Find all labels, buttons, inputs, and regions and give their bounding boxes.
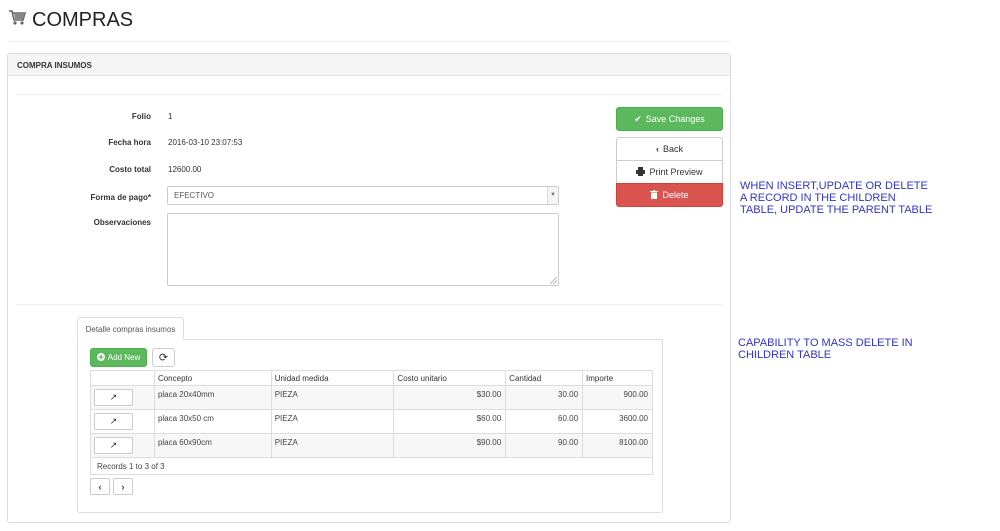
forma-pago-selected: EFECTIVO bbox=[174, 191, 215, 200]
cell-concepto: placa 60x90cm bbox=[154, 433, 272, 458]
cell-cantidad: 60.00 bbox=[505, 409, 584, 434]
column-header-concepto[interactable]: Concepto bbox=[154, 370, 272, 386]
panel-heading: COMPRA INSUMOS bbox=[8, 54, 730, 76]
row-actions: ↗ bbox=[90, 409, 155, 434]
refresh-icon: ⟳ bbox=[158, 352, 169, 364]
refresh-button[interactable]: ⟳ bbox=[152, 348, 175, 367]
print-preview-button[interactable]: Print Preview bbox=[616, 160, 723, 184]
column-header-importe[interactable]: Importe bbox=[582, 370, 653, 386]
table-footer-row: Records 1 to 3 of 3 bbox=[90, 457, 653, 475]
delete-button[interactable]: Delete bbox=[616, 183, 723, 207]
cell-unidad: PIEZA bbox=[271, 433, 395, 458]
column-header-unidad-medida[interactable]: Unidad medida bbox=[271, 370, 395, 386]
cell-concepto: placa 30x50 cm bbox=[154, 409, 272, 434]
check-icon: ✔ bbox=[634, 113, 642, 124]
cell-concepto: placa 20x40mm bbox=[154, 385, 272, 410]
costo-total-value: 12600.00 bbox=[168, 165, 202, 174]
cell-cantidad: 90.00 bbox=[505, 433, 584, 458]
annotation-line: A RECORD IN THE CHILDREN bbox=[740, 192, 896, 204]
column-header-actions bbox=[90, 370, 155, 386]
folio-value: 1 bbox=[168, 112, 173, 121]
prev-page-button[interactable]: ‹ bbox=[90, 478, 110, 495]
compra-insumos-panel: COMPRA INSUMOS Folio 1 Fecha hora 2016-0… bbox=[7, 53, 731, 523]
records-count: Records 1 to 3 of 3 bbox=[90, 457, 653, 475]
page-title: COMPRAS bbox=[8, 8, 133, 32]
save-changes-label: Save Changes bbox=[645, 114, 705, 124]
edit-row-button[interactable]: ↗ bbox=[94, 389, 133, 406]
cell-costo: $30.00 bbox=[393, 385, 507, 410]
form-bottom-divider bbox=[16, 304, 722, 305]
cell-costo: $60.00 bbox=[393, 409, 507, 434]
subgrid-table: Concepto Unidad medida Costo unitario Ca… bbox=[90, 370, 653, 475]
cell-unidad: PIEZA bbox=[271, 385, 395, 410]
table-row[interactable]: ↗ placa 60x90cm PIEZA $90.00 90.00 8100.… bbox=[90, 433, 653, 458]
back-label: Back bbox=[662, 144, 683, 154]
resize-grip-icon[interactable] bbox=[550, 277, 557, 284]
page-title-text: COMPRAS bbox=[32, 8, 134, 31]
plus-circle-icon bbox=[96, 352, 105, 363]
next-page-button[interactable]: › bbox=[113, 478, 133, 495]
add-new-label: Add New bbox=[107, 353, 141, 362]
delete-label: Delete bbox=[662, 190, 689, 200]
tab-detalle-compras-insumos[interactable]: Detalle compras insumos bbox=[77, 317, 184, 340]
cell-unidad: PIEZA bbox=[271, 409, 395, 434]
pager: ‹ › bbox=[90, 478, 133, 495]
forma-pago-select[interactable]: EFECTIVO ▼ bbox=[167, 186, 559, 205]
trash-icon bbox=[650, 189, 659, 201]
fecha-hora-value: 2016-03-10 23:07:53 bbox=[168, 138, 243, 147]
back-button[interactable]: ‹ Back bbox=[616, 137, 723, 161]
forma-pago-label: Forma de pago* bbox=[90, 193, 151, 202]
chevron-left-icon: ‹ bbox=[655, 144, 659, 154]
shopping-cart-icon bbox=[8, 8, 28, 32]
observaciones-label: Observaciones bbox=[93, 218, 151, 227]
cell-cantidad: 30.00 bbox=[505, 385, 584, 410]
add-new-button[interactable]: Add New bbox=[90, 348, 147, 367]
external-link-icon: ↗ bbox=[109, 440, 118, 450]
external-link-icon: ↗ bbox=[109, 416, 118, 426]
print-icon bbox=[636, 166, 646, 178]
row-actions: ↗ bbox=[90, 385, 155, 410]
cell-importe: 900.00 bbox=[582, 385, 653, 410]
chevron-right-icon: › bbox=[121, 481, 125, 492]
annotation-line: CAPABILITY TO MASS DELETE IN bbox=[738, 337, 913, 349]
action-buttons: ✔ Save Changes ‹ Back Print Preview Dele… bbox=[616, 107, 723, 207]
edit-row-button[interactable]: ↗ bbox=[94, 437, 133, 454]
cell-importe: 8100.00 bbox=[582, 433, 653, 458]
column-header-costo-unitario[interactable]: Costo unitario bbox=[393, 370, 507, 386]
annotation-line: WHEN INSERT,UPDATE OR DELETE bbox=[740, 180, 928, 192]
subgrid-container: Add New ⟳ Concepto Unidad medida Costo u… bbox=[77, 339, 663, 513]
chevron-left-icon: ‹ bbox=[98, 481, 102, 492]
annotation-line: TABLE, UPDATE THE PARENT TABLE bbox=[740, 204, 933, 216]
table-row[interactable]: ↗ placa 30x50 cm PIEZA $60.00 60.00 3600… bbox=[90, 409, 653, 434]
annotation-line: CHILDREN TABLE bbox=[738, 349, 832, 361]
cell-costo: $90.00 bbox=[393, 433, 507, 458]
print-preview-label: Print Preview bbox=[649, 167, 703, 177]
form-top-divider bbox=[16, 94, 722, 95]
external-link-icon: ↗ bbox=[109, 392, 118, 402]
table-header-row: Concepto Unidad medida Costo unitario Ca… bbox=[90, 370, 653, 386]
save-changes-button[interactable]: ✔ Save Changes bbox=[616, 107, 723, 131]
fecha-hora-label: Fecha hora bbox=[108, 138, 151, 147]
observaciones-textarea[interactable] bbox=[167, 213, 559, 286]
chevron-down-icon: ▼ bbox=[547, 187, 558, 204]
row-actions: ↗ bbox=[90, 433, 155, 458]
cell-importe: 3600.00 bbox=[582, 409, 653, 434]
folio-label: Folio bbox=[131, 112, 151, 121]
table-row[interactable]: ↗ placa 20x40mm PIEZA $30.00 30.00 900.0… bbox=[90, 385, 653, 410]
annotation-parent-update: WHEN INSERT,UPDATE OR DELETE A RECORD IN… bbox=[740, 180, 932, 216]
edit-row-button[interactable]: ↗ bbox=[94, 413, 133, 430]
costo-total-label: Costo total bbox=[109, 165, 151, 174]
annotation-mass-delete: CAPABILITY TO MASS DELETE IN CHILDREN TA… bbox=[738, 337, 913, 361]
column-header-cantidad[interactable]: Cantidad bbox=[505, 370, 584, 386]
title-divider bbox=[8, 41, 730, 42]
